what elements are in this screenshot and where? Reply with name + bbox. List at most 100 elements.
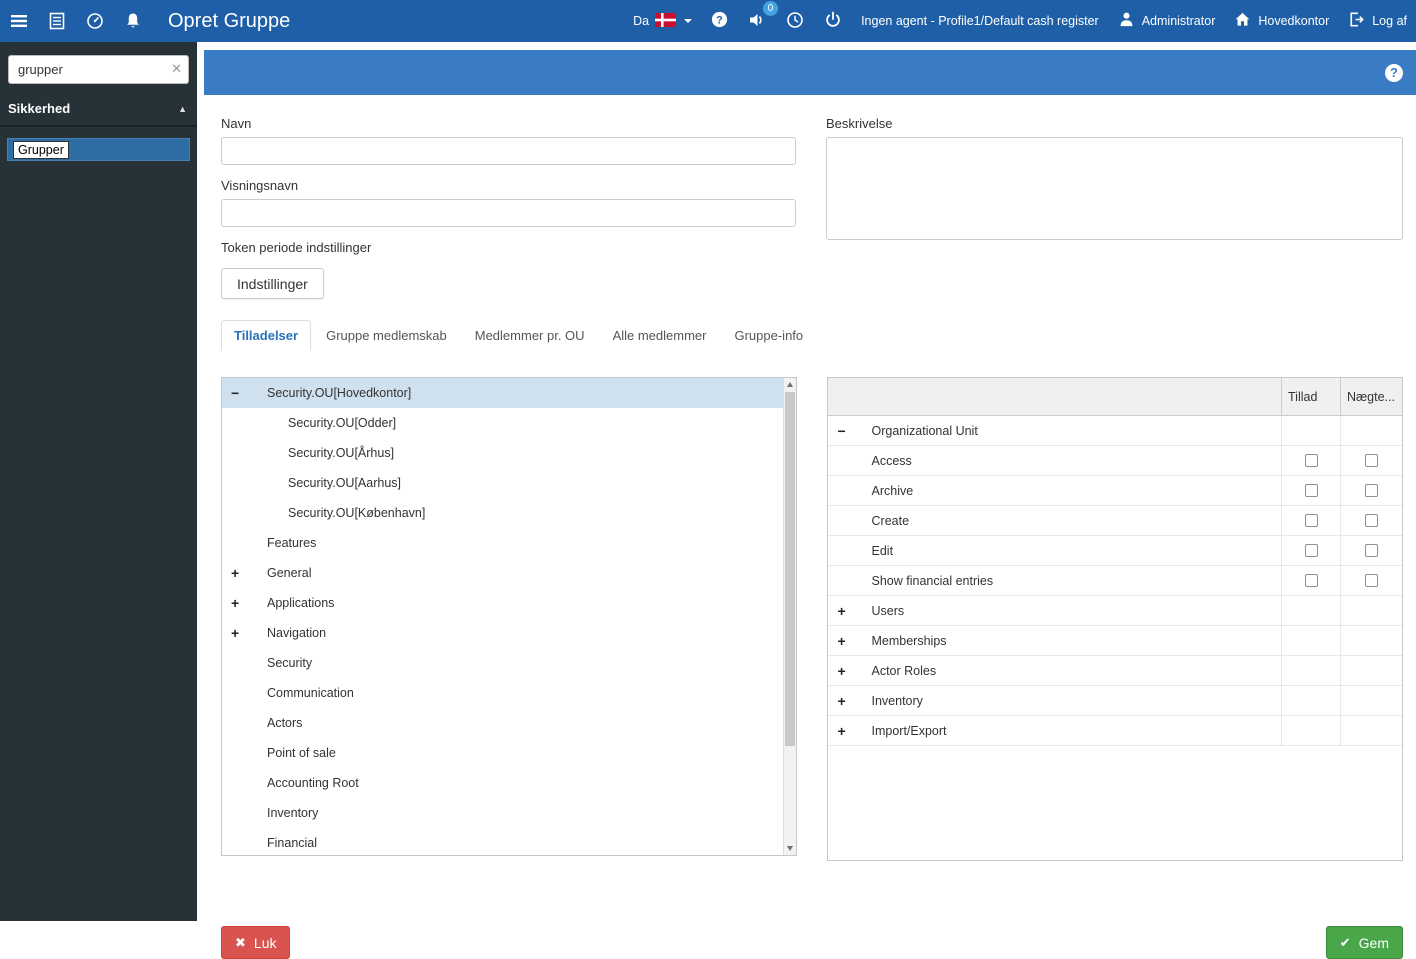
name-input[interactable] [221, 137, 796, 165]
tree-item-applications[interactable]: + Applications [222, 588, 783, 618]
content-header: ? [204, 50, 1416, 95]
display-name-input[interactable] [221, 199, 796, 227]
expand-icon[interactable]: + [838, 633, 872, 649]
tree-item-security-ou-hovedkontor[interactable]: − Security.OU[Hovedkontor] [222, 378, 783, 408]
logout-icon [1347, 10, 1366, 32]
collapse-icon[interactable]: − [231, 385, 267, 401]
tree-item-label: Actors [267, 716, 303, 730]
deny-checkbox[interactable] [1365, 574, 1378, 587]
tab-tilladelser[interactable]: Tilladelser [221, 320, 312, 351]
permission-row-inventory[interactable]: + Inventory [827, 686, 1402, 716]
deny-cell [1340, 446, 1402, 475]
tree-item-security[interactable]: Security [222, 648, 783, 678]
allow-cell [1281, 596, 1340, 625]
display-name-label: Visningsnavn [221, 178, 299, 193]
tree-item-security-ou-odder[interactable]: Security.OU[Odder] [222, 408, 783, 438]
save-button-label: Gem [1358, 934, 1389, 951]
journal-icon[interactable] [38, 0, 76, 42]
tree-item-point-of-sale[interactable]: Point of sale [222, 738, 783, 768]
tree-item-label: Security.OU[Aarhus] [288, 476, 402, 490]
tree-item-security-ou-københavn[interactable]: Security.OU[København] [222, 498, 783, 528]
tree-item-security-ou-århus[interactable]: Security.OU[Århus] [222, 438, 783, 468]
clear-search-icon[interactable]: ✕ [171, 61, 182, 77]
expand-icon[interactable]: + [838, 723, 872, 739]
permission-row-actor-roles[interactable]: + Actor Roles [827, 656, 1402, 686]
allow-cell [1281, 476, 1340, 505]
dashboard-icon[interactable] [76, 0, 114, 42]
sidebar-section-security[interactable]: Sikkerhed ▲ [0, 94, 197, 127]
deny-checkbox[interactable] [1365, 454, 1378, 467]
menu-icon[interactable] [0, 0, 38, 42]
user-menu[interactable]: Administrator [1108, 0, 1225, 42]
tree-item-actors[interactable]: Actors [222, 708, 783, 738]
name-label: Navn [221, 116, 252, 131]
permission-row-memberships[interactable]: + Memberships [827, 626, 1402, 656]
tree-item-general[interactable]: + General [222, 558, 783, 588]
office-menu[interactable]: Hovedkontor [1224, 0, 1338, 42]
tree-item-inventory[interactable]: Inventory [222, 798, 783, 828]
sound-button[interactable]: 0 [738, 0, 779, 42]
logout-label: Log af [1372, 14, 1407, 28]
security-tree: − Security.OU[Hovedkontor] Security.OU[Odd… [222, 378, 783, 855]
content-help-icon[interactable]: ? [1385, 63, 1403, 82]
tab-gruppe-medlemskab[interactable]: Gruppe medlemskab [313, 320, 460, 351]
deny-checkbox[interactable] [1365, 484, 1378, 497]
sidebar-section-label: Sikkerhed [8, 101, 71, 116]
tree-scrollbar[interactable] [782, 378, 796, 855]
allow-checkbox[interactable] [1304, 484, 1318, 497]
deny-checkbox[interactable] [1365, 544, 1378, 557]
tab-medlemmer-pr-ou[interactable]: Medlemmer pr. OU [462, 320, 598, 351]
help-button[interactable]: ? [701, 0, 738, 42]
allow-cell [1281, 536, 1340, 565]
scroll-up-icon[interactable] [784, 378, 796, 391]
deny-checkbox[interactable] [1365, 514, 1378, 527]
tree-item-features[interactable]: Features [222, 528, 783, 558]
search-input[interactable] [8, 55, 189, 84]
permission-row-organizational-unit[interactable]: − Organizational Unit [827, 416, 1402, 446]
permission-label: Memberships [871, 633, 947, 648]
create-group-form: Navn Visningsnavn Token periode indstill… [197, 95, 1416, 959]
expand-icon[interactable]: + [231, 595, 267, 611]
scroll-down-icon[interactable] [784, 842, 796, 855]
description-label: Beskrivelse [826, 116, 893, 131]
save-button[interactable]: ✔ Gem [1325, 926, 1403, 959]
tab-gruppe-info[interactable]: Gruppe-info [721, 320, 816, 351]
tree-item-security-ou-aarhus[interactable]: Security.OU[Aarhus] [222, 468, 783, 498]
permission-label: Show financial entries [871, 573, 994, 588]
tree-item-label: Security.OU[København] [288, 506, 426, 520]
permission-row-import-export[interactable]: + Import/Export [827, 716, 1402, 746]
close-button[interactable]: ✖ Luk [221, 926, 291, 959]
agent-status[interactable]: Ingen agent - Profile1/Default cash regi… [852, 0, 1108, 42]
tree-item-navigation[interactable]: + Navigation [222, 618, 783, 648]
deny-cell [1340, 536, 1402, 565]
expand-icon[interactable]: + [231, 565, 267, 581]
allow-checkbox[interactable] [1304, 574, 1318, 587]
allow-checkbox[interactable] [1304, 454, 1318, 467]
tree-item-communication[interactable]: Communication [222, 678, 783, 708]
permission-name-cell: + Memberships [828, 626, 1282, 655]
clock-icon [785, 10, 805, 33]
expand-icon[interactable]: + [838, 663, 872, 679]
deny-cell [1340, 566, 1402, 595]
danish-flag-icon [655, 12, 677, 30]
clock-button[interactable] [776, 0, 814, 42]
notifications-icon[interactable] [114, 0, 152, 42]
permission-name-column-header [828, 378, 1282, 415]
logout-button[interactable]: Log af [1338, 0, 1416, 42]
power-button[interactable] [814, 0, 852, 42]
allow-checkbox[interactable] [1304, 514, 1318, 527]
description-textarea[interactable] [826, 137, 1403, 240]
expand-icon[interactable]: + [838, 603, 872, 619]
expand-icon[interactable]: + [231, 625, 267, 641]
scroll-thumb[interactable] [784, 392, 795, 746]
permission-row-users[interactable]: + Users [827, 596, 1402, 626]
expand-icon[interactable]: + [838, 693, 872, 709]
tree-item-financial[interactable]: Financial [222, 828, 783, 855]
sidebar-item-grupper[interactable]: Grupper [7, 138, 190, 161]
tree-item-accounting-root[interactable]: Accounting Root [222, 768, 783, 798]
tab-alle-medlemmer[interactable]: Alle medlemmer [600, 320, 720, 351]
collapse-icon[interactable]: − [838, 423, 872, 439]
settings-button[interactable]: Indstillinger [221, 268, 324, 299]
language-selector[interactable]: Da [624, 0, 701, 42]
allow-checkbox[interactable] [1304, 544, 1318, 557]
